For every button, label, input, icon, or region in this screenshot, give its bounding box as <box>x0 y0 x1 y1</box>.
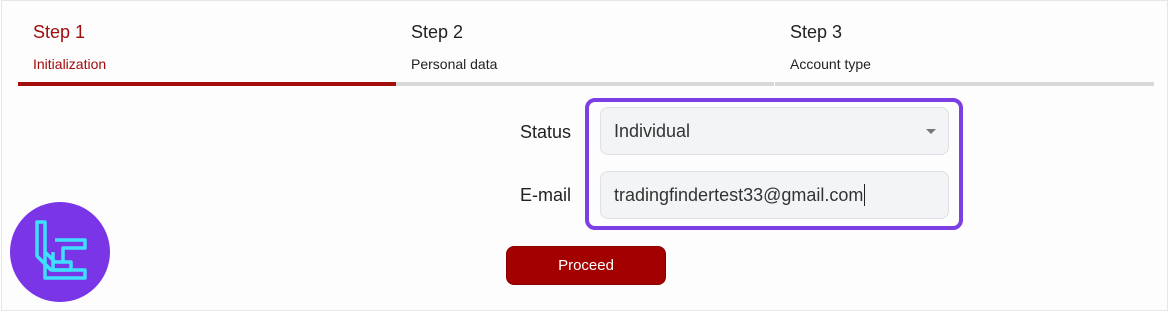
chevron-down-icon[interactable] <box>926 129 936 134</box>
step-1[interactable]: Step 1 Initialization <box>18 0 396 86</box>
proceed-button[interactable]: Proceed <box>506 246 666 285</box>
text-cursor <box>864 184 866 206</box>
email-field-value: tradingfindertest33@gmail.com <box>614 184 864 205</box>
step-progress: Step 1 Initialization Step 2 Personal da… <box>18 0 1154 86</box>
status-select[interactable]: Individual <box>600 107 949 155</box>
step-3[interactable]: Step 3 Account type <box>775 0 1154 86</box>
step-1-title: Step 1 <box>33 22 86 42</box>
step-3-progress-bar <box>775 82 1154 86</box>
email-label: E-mail <box>520 185 572 205</box>
tf-logo-icon <box>10 202 110 302</box>
status-label: Status <box>520 122 572 142</box>
step-2-title: Step 2 <box>411 22 464 42</box>
step-1-subtitle: Initialization <box>33 56 107 72</box>
step-3-title: Step 3 <box>790 22 843 42</box>
email-field[interactable]: tradingfindertest33@gmail.com <box>600 171 949 219</box>
step-2-progress-bar <box>396 82 774 86</box>
step-2[interactable]: Step 2 Personal data <box>396 0 774 86</box>
step-2-subtitle: Personal data <box>411 56 498 72</box>
status-select-value: Individual <box>614 120 691 141</box>
step-1-progress-bar <box>18 82 396 86</box>
step-3-subtitle: Account type <box>790 56 871 72</box>
